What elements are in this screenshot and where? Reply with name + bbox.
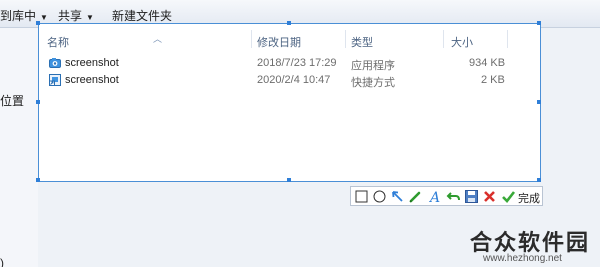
app-camera-icon xyxy=(49,58,61,68)
undo-icon[interactable] xyxy=(446,189,461,204)
new-folder-button[interactable]: 新建文件夹 xyxy=(112,7,172,24)
resize-handle-bottom[interactable] xyxy=(287,178,291,182)
save-icon[interactable] xyxy=(464,189,479,204)
resize-handle-bottom-left[interactable] xyxy=(36,178,40,182)
column-divider[interactable] xyxy=(251,30,252,48)
file-name: screenshot xyxy=(65,57,119,69)
nav-item-partial: ) xyxy=(0,256,4,267)
pen-icon[interactable] xyxy=(408,189,423,204)
confirm-icon[interactable] xyxy=(501,189,516,204)
rectangle-icon[interactable] xyxy=(354,189,369,204)
column-header-size[interactable]: 大小 xyxy=(451,34,473,50)
column-divider[interactable] xyxy=(507,30,508,48)
resize-handle-top-left[interactable] xyxy=(36,21,40,25)
file-type: 快捷方式 xyxy=(351,77,395,89)
arrow-icon[interactable] xyxy=(390,189,405,204)
svg-text:A: A xyxy=(428,190,440,204)
chevron-down-icon: ▼ xyxy=(40,13,48,22)
file-row[interactable]: screenshot 2018/7/23 17:29 应用程序 934 KB xyxy=(39,55,540,72)
resize-handle-top[interactable] xyxy=(287,21,291,25)
capture-toolbar: A 完成 xyxy=(350,186,543,206)
column-divider[interactable] xyxy=(443,30,444,48)
resize-handle-right[interactable] xyxy=(537,100,541,104)
include-in-library-label: 到库中 xyxy=(0,9,37,23)
text-icon[interactable]: A xyxy=(427,189,442,204)
file-row[interactable]: screenshot 2020/2/4 10:47 快捷方式 2 KB xyxy=(39,72,540,89)
include-in-library-menu[interactable]: 到库中 ▼ xyxy=(0,7,48,24)
column-header-type[interactable]: 类型 xyxy=(351,34,373,50)
file-modified: 2020/2/4 10:47 xyxy=(257,74,331,86)
new-folder-label: 新建文件夹 xyxy=(112,9,173,23)
file-size: 934 KB xyxy=(469,57,506,69)
capture-selection[interactable]: 名称 ︿ 修改日期 类型 大小 screenshot 2018/7/23 17:… xyxy=(36,21,541,182)
column-header-name[interactable]: 名称 ︿ xyxy=(47,34,162,50)
file-name: screenshot xyxy=(65,74,119,86)
column-divider[interactable] xyxy=(345,30,346,48)
navigation-pane: 位置 ) xyxy=(0,28,38,267)
sort-up-icon: ︿ xyxy=(153,34,163,44)
resize-handle-left[interactable] xyxy=(36,100,40,104)
shortcut-icon xyxy=(49,74,61,86)
file-type: 应用程序 xyxy=(351,60,395,72)
watermark-url: www.hezhong.net xyxy=(483,253,562,264)
file-size: 2 KB xyxy=(481,74,505,86)
file-modified: 2018/7/23 17:29 xyxy=(257,57,337,69)
column-header-modified[interactable]: 修改日期 xyxy=(257,34,301,50)
resize-handle-top-right[interactable] xyxy=(537,21,541,25)
resize-handle-bottom-right[interactable] xyxy=(537,178,541,182)
share-menu[interactable]: 共享 ▼ xyxy=(58,7,94,24)
chevron-down-icon: ▼ xyxy=(86,13,94,22)
done-button-label[interactable]: 完成 xyxy=(518,190,540,206)
ellipse-icon[interactable] xyxy=(372,189,387,204)
share-label: 共享 xyxy=(58,9,83,23)
cancel-icon[interactable] xyxy=(482,189,497,204)
nav-item-location[interactable]: 位置 xyxy=(0,92,24,109)
